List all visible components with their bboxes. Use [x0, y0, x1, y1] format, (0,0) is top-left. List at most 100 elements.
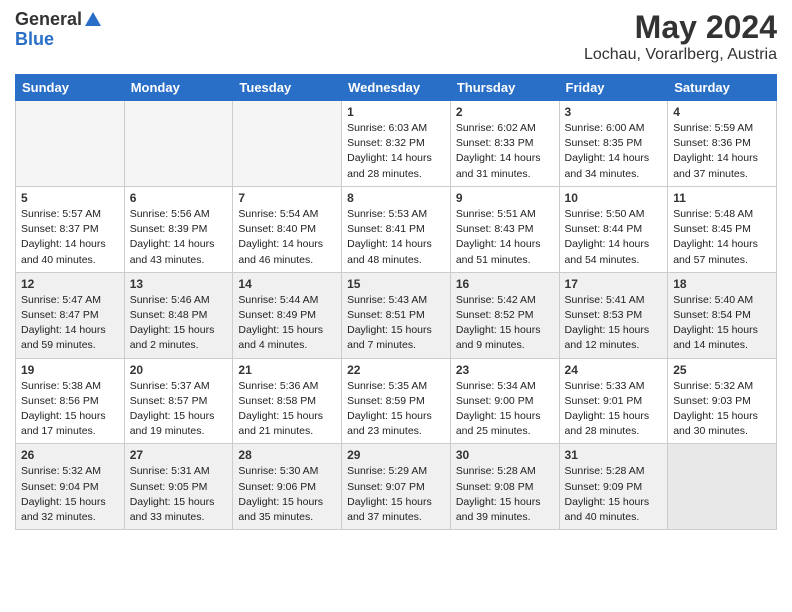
- day-info: Sunrise: 5:50 AM Sunset: 8:44 PM Dayligh…: [565, 207, 663, 268]
- table-row: 23 Sunrise: 5:34 AM Sunset: 9:00 PM Dayli…: [450, 358, 559, 444]
- calendar-week-row: 12 Sunrise: 5:47 AM Sunset: 8:47 PM Dayli…: [16, 272, 777, 358]
- day-info: Sunrise: 5:44 AM Sunset: 8:49 PM Dayligh…: [238, 293, 336, 354]
- table-row: 8 Sunrise: 5:53 AM Sunset: 8:41 PM Daylig…: [342, 186, 451, 272]
- table-row: [233, 100, 342, 186]
- table-row: 2 Sunrise: 6:02 AM Sunset: 8:33 PM Daylig…: [450, 100, 559, 186]
- day-number: 30: [456, 448, 554, 462]
- day-number: 24: [565, 363, 663, 377]
- table-row: 27Sunrise: 5:31 AM Sunset: 9:05 PM Dayli…: [124, 444, 233, 530]
- table-row: [16, 100, 125, 186]
- table-row: 15 Sunrise: 5:43 AM Sunset: 8:51 PM Dayli…: [342, 272, 451, 358]
- day-info: Sunrise: 5:36 AM Sunset: 8:58 PM Dayligh…: [238, 379, 336, 440]
- table-row: 19 Sunrise: 5:38 AM Sunset: 8:56 PM Dayli…: [16, 358, 125, 444]
- day-number: 9: [456, 191, 554, 205]
- table-row: 30Sunrise: 5:28 AM Sunset: 9:08 PM Dayli…: [450, 444, 559, 530]
- day-number: 7: [238, 191, 336, 205]
- day-info: Sunrise: 5:32 AM Sunset: 9:04 PM Dayligh…: [21, 464, 119, 525]
- logo-general-text: General: [15, 10, 82, 30]
- table-row: 25Sunrise: 5:32 AM Sunset: 9:03 PM Dayli…: [668, 358, 777, 444]
- day-info: Sunrise: 5:53 AM Sunset: 8:41 PM Dayligh…: [347, 207, 445, 268]
- day-number: 19: [21, 363, 119, 377]
- table-row: 26Sunrise: 5:32 AM Sunset: 9:04 PM Dayli…: [16, 444, 125, 530]
- day-number: 3: [565, 105, 663, 119]
- table-row: 29 Sunrise: 5:29 AM Sunset: 9:07 PM Dayli…: [342, 444, 451, 530]
- table-row: 14 Sunrise: 5:44 AM Sunset: 8:49 PM Dayli…: [233, 272, 342, 358]
- header-wednesday: Wednesday: [342, 74, 451, 100]
- header: General Blue May 2024 Lochau, Vorarlberg…: [15, 10, 777, 66]
- month-year-title: May 2024: [584, 10, 777, 45]
- table-row: 1Sunrise: 6:03 AM Sunset: 8:32 PM Daylig…: [342, 100, 451, 186]
- day-info: Sunrise: 5:43 AM Sunset: 8:51 PM Dayligh…: [347, 293, 445, 354]
- day-number: 29: [347, 448, 445, 462]
- table-row: 12 Sunrise: 5:47 AM Sunset: 8:47 PM Dayli…: [16, 272, 125, 358]
- day-info: Sunrise: 5:59 AM Sunset: 8:36 PM Dayligh…: [673, 121, 771, 182]
- table-row: 16 Sunrise: 5:42 AM Sunset: 8:52 PM Dayli…: [450, 272, 559, 358]
- header-tuesday: Tuesday: [233, 74, 342, 100]
- day-number: 28: [238, 448, 336, 462]
- table-row: 9 Sunrise: 5:51 AM Sunset: 8:43 PM Daylig…: [450, 186, 559, 272]
- table-row: 10Sunrise: 5:50 AM Sunset: 8:44 PM Dayli…: [559, 186, 668, 272]
- day-number: 2: [456, 105, 554, 119]
- day-info: Sunrise: 5:40 AM Sunset: 8:54 PM Dayligh…: [673, 293, 771, 354]
- day-number: 18: [673, 277, 771, 291]
- day-info: Sunrise: 5:41 AM Sunset: 8:53 PM Dayligh…: [565, 293, 663, 354]
- day-info: Sunrise: 5:30 AM Sunset: 9:06 PM Dayligh…: [238, 464, 336, 525]
- header-sunday: Sunday: [16, 74, 125, 100]
- header-friday: Friday: [559, 74, 668, 100]
- day-info: Sunrise: 5:29 AM Sunset: 9:07 PM Dayligh…: [347, 464, 445, 525]
- calendar-week-row: 26Sunrise: 5:32 AM Sunset: 9:04 PM Dayli…: [16, 444, 777, 530]
- table-row: 13 Sunrise: 5:46 AM Sunset: 8:48 PM Dayli…: [124, 272, 233, 358]
- calendar-table: Sunday Monday Tuesday Wednesday Thursday…: [15, 74, 777, 530]
- table-row: 28 Sunrise: 5:30 AM Sunset: 9:06 PM Dayli…: [233, 444, 342, 530]
- table-row: 20 Sunrise: 5:37 AM Sunset: 8:57 PM Dayli…: [124, 358, 233, 444]
- day-number: 5: [21, 191, 119, 205]
- table-row: 24 Sunrise: 5:33 AM Sunset: 9:01 PM Dayli…: [559, 358, 668, 444]
- day-number: 20: [130, 363, 228, 377]
- location-subtitle: Lochau, Vorarlberg, Austria: [584, 45, 777, 66]
- day-info: Sunrise: 5:37 AM Sunset: 8:57 PM Dayligh…: [130, 379, 228, 440]
- day-number: 4: [673, 105, 771, 119]
- day-number: 11: [673, 191, 771, 205]
- header-monday: Monday: [124, 74, 233, 100]
- table-row: 21Sunrise: 5:36 AM Sunset: 8:58 PM Dayli…: [233, 358, 342, 444]
- title-block: May 2024 Lochau, Vorarlberg, Austria: [584, 10, 777, 66]
- header-saturday: Saturday: [668, 74, 777, 100]
- day-number: 6: [130, 191, 228, 205]
- table-row: 11 Sunrise: 5:48 AM Sunset: 8:45 PM Dayli…: [668, 186, 777, 272]
- day-number: 22: [347, 363, 445, 377]
- day-info: Sunrise: 6:02 AM Sunset: 8:33 PM Dayligh…: [456, 121, 554, 182]
- day-number: 31: [565, 448, 663, 462]
- day-info: Sunrise: 6:00 AM Sunset: 8:35 PM Dayligh…: [565, 121, 663, 182]
- day-info: Sunrise: 5:35 AM Sunset: 8:59 PM Dayligh…: [347, 379, 445, 440]
- day-info: Sunrise: 5:54 AM Sunset: 8:40 PM Dayligh…: [238, 207, 336, 268]
- day-number: 23: [456, 363, 554, 377]
- header-thursday: Thursday: [450, 74, 559, 100]
- day-info: Sunrise: 5:56 AM Sunset: 8:39 PM Dayligh…: [130, 207, 228, 268]
- day-number: 1: [347, 105, 445, 119]
- table-row: 7 Sunrise: 5:54 AM Sunset: 8:40 PM Daylig…: [233, 186, 342, 272]
- day-info: Sunrise: 5:38 AM Sunset: 8:56 PM Dayligh…: [21, 379, 119, 440]
- table-row: 31Sunrise: 5:28 AM Sunset: 9:09 PM Dayli…: [559, 444, 668, 530]
- day-info: Sunrise: 5:57 AM Sunset: 8:37 PM Dayligh…: [21, 207, 119, 268]
- day-info: Sunrise: 5:33 AM Sunset: 9:01 PM Dayligh…: [565, 379, 663, 440]
- day-info: Sunrise: 5:51 AM Sunset: 8:43 PM Dayligh…: [456, 207, 554, 268]
- table-row: 3 Sunrise: 6:00 AM Sunset: 8:35 PM Daylig…: [559, 100, 668, 186]
- day-info: Sunrise: 5:42 AM Sunset: 8:52 PM Dayligh…: [456, 293, 554, 354]
- calendar-header-row: Sunday Monday Tuesday Wednesday Thursday…: [16, 74, 777, 100]
- day-number: 13: [130, 277, 228, 291]
- day-info: Sunrise: 5:48 AM Sunset: 8:45 PM Dayligh…: [673, 207, 771, 268]
- day-number: 15: [347, 277, 445, 291]
- day-number: 16: [456, 277, 554, 291]
- day-number: 27: [130, 448, 228, 462]
- day-info: Sunrise: 5:47 AM Sunset: 8:47 PM Dayligh…: [21, 293, 119, 354]
- table-row: 17 Sunrise: 5:41 AM Sunset: 8:53 PM Dayli…: [559, 272, 668, 358]
- calendar-week-row: 1Sunrise: 6:03 AM Sunset: 8:32 PM Daylig…: [16, 100, 777, 186]
- day-info: Sunrise: 5:46 AM Sunset: 8:48 PM Dayligh…: [130, 293, 228, 354]
- table-row: 18 Sunrise: 5:40 AM Sunset: 8:54 PM Dayli…: [668, 272, 777, 358]
- day-number: 8: [347, 191, 445, 205]
- day-number: 14: [238, 277, 336, 291]
- day-info: Sunrise: 5:34 AM Sunset: 9:00 PM Dayligh…: [456, 379, 554, 440]
- day-number: 12: [21, 277, 119, 291]
- table-row: 6 Sunrise: 5:56 AM Sunset: 8:39 PM Daylig…: [124, 186, 233, 272]
- day-number: 17: [565, 277, 663, 291]
